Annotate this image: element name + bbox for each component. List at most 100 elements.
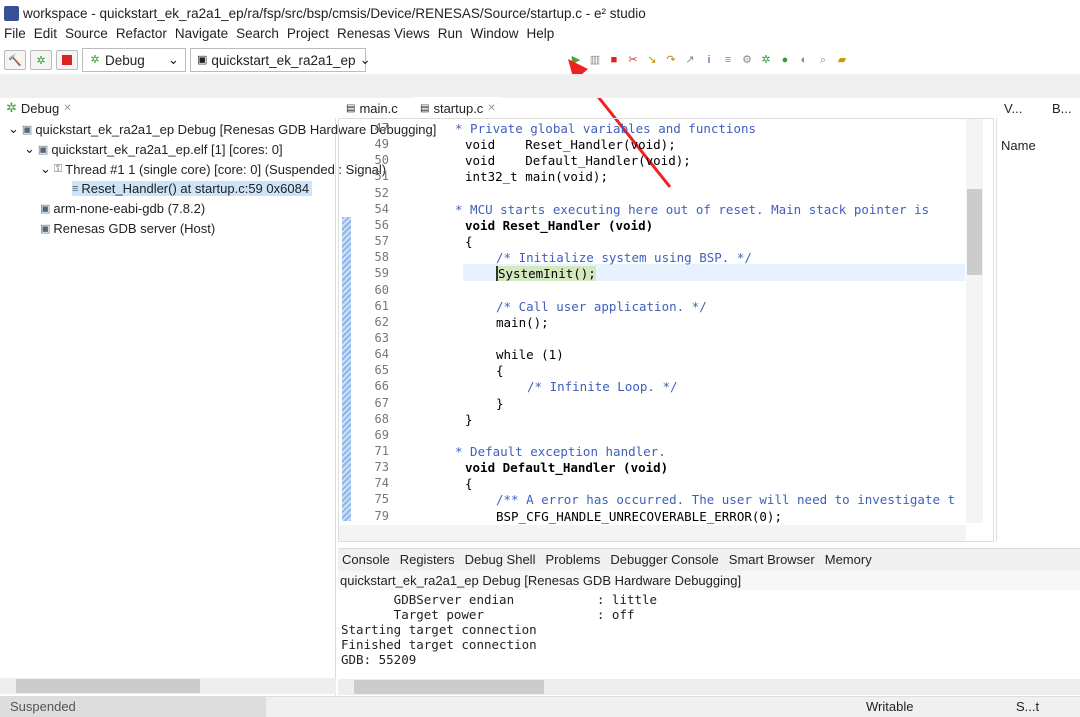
- code-line: /* Call user application. */: [496, 298, 707, 314]
- code-line: {: [465, 234, 473, 250]
- restart-icon[interactable]: ≡: [722, 54, 734, 66]
- tree-node-icon: ▣: [40, 203, 51, 215]
- tab-debug[interactable]: ✲ Debug ✕: [0, 97, 78, 119]
- step-return-icon[interactable]: ↗: [684, 54, 696, 66]
- stop-button[interactable]: [56, 50, 78, 70]
- code-line: SystemInit();: [496, 266, 596, 282]
- line-number: 62: [374, 314, 389, 329]
- menu-refactor[interactable]: Refactor: [112, 26, 171, 46]
- debug-tree-item[interactable]: ▣ Renesas GDB server (Host): [40, 221, 215, 236]
- close-icon[interactable]: ✕: [487, 103, 495, 114]
- view-tab-strip: [0, 74, 1080, 98]
- external-tools-icon[interactable]: ◐: [798, 54, 810, 66]
- code-line: main();: [496, 314, 549, 330]
- settings-icon[interactable]: ⚙: [741, 54, 753, 66]
- tab-variables[interactable]: V...: [998, 97, 1028, 119]
- tab-debug-shell[interactable]: Debug Shell: [465, 552, 536, 568]
- code-line: * Private global variables and functions: [455, 121, 757, 136]
- console-session: quickstart_ek_ra2a1_ep Debug [Renesas GD…: [338, 571, 1080, 590]
- line-number: 65: [374, 363, 389, 378]
- code-line: /* Initialize system using BSP. */: [496, 250, 752, 266]
- status-insert: S...t: [1016, 699, 1040, 714]
- chevron-down-icon: ⌄: [359, 52, 371, 67]
- tab-registers[interactable]: Registers: [400, 552, 455, 568]
- debug-tree-item[interactable]: ≡ Reset_Handler() at startup.c:59 0x6084: [72, 181, 313, 196]
- launch-config-select[interactable]: ▣ quickstart_ek_ra2a1_ep ⌄: [190, 48, 371, 72]
- code-line: int32_t main(void);: [465, 169, 608, 185]
- run-icon[interactable]: ●: [779, 54, 791, 66]
- tab-breakpoints[interactable]: B...: [1046, 97, 1078, 119]
- menu-search[interactable]: Search: [232, 26, 283, 46]
- editor-horizontal-scrollbar[interactable]: [339, 525, 966, 541]
- expand-caret-icon[interactable]: ⌄: [40, 161, 51, 177]
- app-icon: [4, 5, 19, 21]
- code-line: /* Infinite Loop. */: [527, 379, 678, 395]
- status-state: Suspended: [0, 697, 266, 717]
- project-icon: ▣: [197, 54, 208, 66]
- line-number: 61: [374, 298, 389, 313]
- c-file-icon: ▤: [346, 102, 356, 114]
- tab-console[interactable]: Console: [342, 552, 390, 568]
- line-number: 47: [374, 121, 389, 135]
- tab-startup-c[interactable]: ▤ startup.c ✕: [414, 97, 502, 119]
- build-button[interactable]: 🔨: [4, 50, 26, 70]
- change-ruler: [342, 217, 351, 521]
- tab-main-c[interactable]: ▤ main.c: [340, 97, 404, 119]
- tree-node-icon: ▣: [40, 223, 51, 235]
- expand-caret-icon[interactable]: ⌄: [24, 141, 35, 157]
- console-scrollbar[interactable]: [338, 679, 1080, 695]
- debug-button[interactable]: ✲: [30, 50, 52, 70]
- code-line: void Reset_Handler (void): [465, 217, 654, 233]
- line-number: 58: [374, 250, 389, 265]
- console-line: GDBServer endian : little: [341, 592, 658, 607]
- variables-view: Name: [996, 118, 1080, 542]
- status-bar: Suspended Writable S...t: [0, 696, 1080, 717]
- line-number: 66: [374, 379, 389, 394]
- menu-edit[interactable]: Edit: [30, 26, 61, 46]
- search-icon[interactable]: ⌕: [817, 54, 829, 66]
- menu-run[interactable]: Run: [434, 26, 467, 46]
- chevron-down-icon: ⌄: [167, 52, 179, 67]
- code-line: * Default exception handler.: [455, 444, 666, 459]
- menu-source[interactable]: Source: [61, 26, 112, 46]
- line-number: 60: [374, 282, 389, 297]
- bug-icon: ✲: [90, 54, 100, 66]
- tab-smart-browser[interactable]: Smart Browser: [729, 552, 815, 568]
- menu-help[interactable]: Help: [523, 26, 559, 46]
- menu-window[interactable]: Window: [467, 26, 523, 46]
- line-number: 52: [374, 185, 389, 200]
- vertical-scrollbar[interactable]: [966, 119, 983, 523]
- expand-caret-icon[interactable]: ⌄: [8, 121, 19, 137]
- instruction-step-icon[interactable]: i: [703, 54, 715, 66]
- bug-icon: ✲: [6, 100, 17, 115]
- menu-renesas-views[interactable]: Renesas Views: [333, 26, 434, 46]
- debug-tree-item[interactable]: ⌄ ⚿ Thread #1 1 (single core) [core: 0] (S…: [40, 161, 386, 177]
- debug-tree-item[interactable]: ⌄ ▣ quickstart_ek_ra2a1_ep.elf [1] [cores:…: [24, 141, 283, 157]
- code-line: BSP_CFG_HANDLE_UNRECOVERABLE_ERROR(0);: [496, 508, 782, 524]
- debug-tree-item[interactable]: ▣ arm-none-eabi-gdb (7.8.2): [40, 201, 205, 216]
- code-editor[interactable]: 47 * Private global variables and functio…: [338, 118, 994, 542]
- horizontal-scrollbar[interactable]: [0, 678, 336, 694]
- launch-mode-select[interactable]: ✲ Debug ⌄: [82, 48, 186, 72]
- line-number: 57: [374, 234, 389, 249]
- tab-debugger-console[interactable]: Debugger Console: [610, 552, 718, 568]
- tree-node-icon: ⚿: [53, 162, 63, 175]
- menu-navigate[interactable]: Navigate: [171, 26, 232, 46]
- tab-problems[interactable]: Problems: [545, 552, 600, 568]
- line-number: 50: [374, 153, 389, 168]
- line-number: 54: [374, 201, 389, 216]
- menu-bar: File Edit Source Refactor Navigate Search Proj…: [0, 26, 558, 46]
- open-folder-icon[interactable]: ▰: [836, 54, 848, 66]
- close-icon[interactable]: ✕: [63, 103, 71, 114]
- line-number: 73: [374, 460, 389, 475]
- code-line: }: [496, 395, 504, 411]
- menu-project[interactable]: Project: [283, 26, 333, 46]
- line-number: 49: [374, 137, 389, 152]
- line-number: 68: [374, 411, 389, 426]
- code-line: {: [496, 363, 504, 379]
- code-line: * MCU starts executing here out of reset…: [455, 201, 930, 217]
- tree-node-icon: ▣: [21, 123, 33, 136]
- tab-memory[interactable]: Memory: [825, 552, 872, 568]
- debug-run-icon[interactable]: ✲: [760, 54, 772, 66]
- menu-file[interactable]: File: [0, 26, 30, 46]
